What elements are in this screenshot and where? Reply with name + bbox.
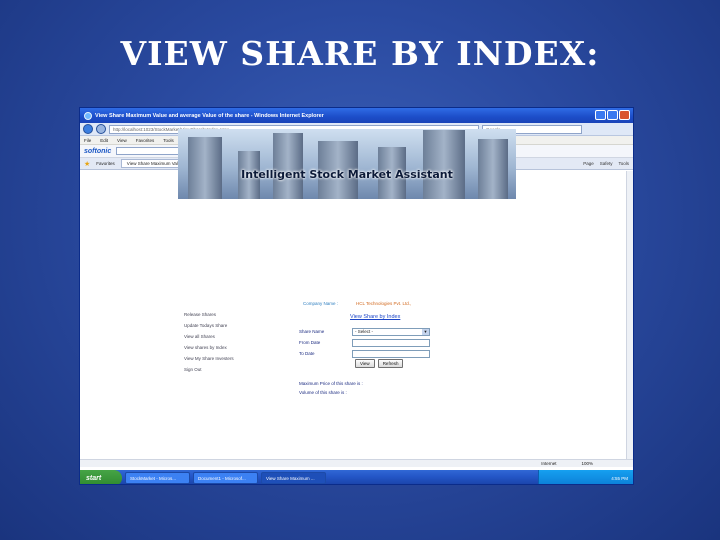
to-date-label: To Date [299, 351, 315, 356]
menu-file[interactable]: File [84, 138, 91, 143]
app-banner: Intelligent Stock Market Assistant [178, 129, 516, 199]
view-share-by-index-link[interactable]: View Share by Index [350, 314, 400, 320]
sidebar-item-view-my-share-investers[interactable]: View My Share Investers [184, 353, 234, 364]
softonic-logo: softonic [84, 147, 112, 155]
tools-menu[interactable]: Tools [618, 161, 629, 166]
zoom-level[interactable]: 100% [581, 461, 593, 466]
close-button[interactable] [619, 110, 630, 120]
company-label: Company Name : [303, 301, 339, 306]
command-bar: Page Safety Tools [583, 161, 629, 166]
sidebar-item-view-shares-by-index[interactable]: View shares by Index [184, 342, 234, 353]
safety-menu[interactable]: Safety [600, 161, 613, 166]
share-form: Share Name - Select - ▼ From Date To Dat… [299, 326, 430, 359]
share-name-label: Share Name [299, 329, 325, 334]
windows-taskbar: start StockMarket - Micros... Document1 … [80, 470, 633, 484]
start-button[interactable]: start [80, 470, 122, 484]
share-name-value: - Select - [355, 329, 374, 334]
volume-label: Volume of this share is : [299, 390, 347, 395]
from-date-label: From Date [299, 340, 321, 345]
slide-title: VIEW SHARE BY INDEX: [120, 34, 600, 73]
clock[interactable]: 4:55 PM [611, 476, 628, 481]
company-info: Company Name : HCL Technologies Pvt. Ltd… [303, 301, 411, 306]
sidebar-item-view-all-shares[interactable]: View all Shares [184, 331, 234, 342]
vertical-scrollbar[interactable] [626, 171, 633, 465]
favorites-star-icon[interactable]: ★ [84, 160, 90, 168]
menu-tools[interactable]: Tools [163, 138, 174, 143]
company-value: HCL Technologies Pvt. Ltd., [356, 301, 412, 306]
sidebar-nav: Release Shares Update Todays Share View … [184, 309, 234, 375]
taskbar-item[interactable]: Document1 - Microsof... [193, 472, 258, 484]
sidebar-item-sign-out[interactable]: Sign Out [184, 364, 234, 375]
to-date-input[interactable] [352, 349, 430, 358]
forward-button[interactable] [96, 124, 106, 134]
window-titlebar: View Share Maximum Value and average Val… [80, 108, 633, 123]
from-date-input[interactable] [352, 338, 430, 347]
banner-building [273, 133, 303, 199]
window-controls [595, 110, 630, 120]
browser-screenshot: View Share Maximum Value and average Val… [79, 107, 634, 485]
system-tray: 4:55 PM [538, 470, 633, 484]
sidebar-item-release-shares[interactable]: Release Shares [184, 309, 234, 320]
form-buttons: View Refresh [355, 359, 404, 368]
taskbar-item[interactable]: View Share Maximum ... [261, 472, 326, 484]
page-menu[interactable]: Page [583, 161, 594, 166]
share-result: Maximum Price of this share is : Volume … [299, 379, 363, 397]
back-button[interactable] [83, 124, 93, 134]
favorites-button[interactable]: Favorites [96, 161, 115, 166]
minimize-button[interactable] [595, 110, 606, 120]
refresh-button[interactable]: Refresh [377, 359, 404, 368]
menu-favorites[interactable]: Favorites [136, 138, 155, 143]
window-title: View Share Maximum Value and average Val… [95, 112, 324, 119]
max-price-label: Maximum Price of this share is : [299, 381, 363, 386]
maximize-button[interactable] [607, 110, 618, 120]
taskbar-item[interactable]: StockMarket - Micros... [125, 472, 190, 484]
menu-view[interactable]: View [117, 138, 127, 143]
banner-title: Intelligent Stock Market Assistant [241, 168, 453, 181]
share-name-select[interactable]: - Select - ▼ [352, 327, 430, 336]
status-zone: Internet [541, 461, 557, 466]
chevron-down-icon: ▼ [422, 328, 429, 335]
sidebar-item-update-todays-share[interactable]: Update Todays Share [184, 320, 234, 331]
menu-edit[interactable]: Edit [100, 138, 108, 143]
banner-building [423, 130, 465, 199]
view-button[interactable]: View [355, 359, 375, 368]
status-bar: Internet 100% [80, 459, 633, 467]
ie-logo-icon [84, 111, 92, 120]
